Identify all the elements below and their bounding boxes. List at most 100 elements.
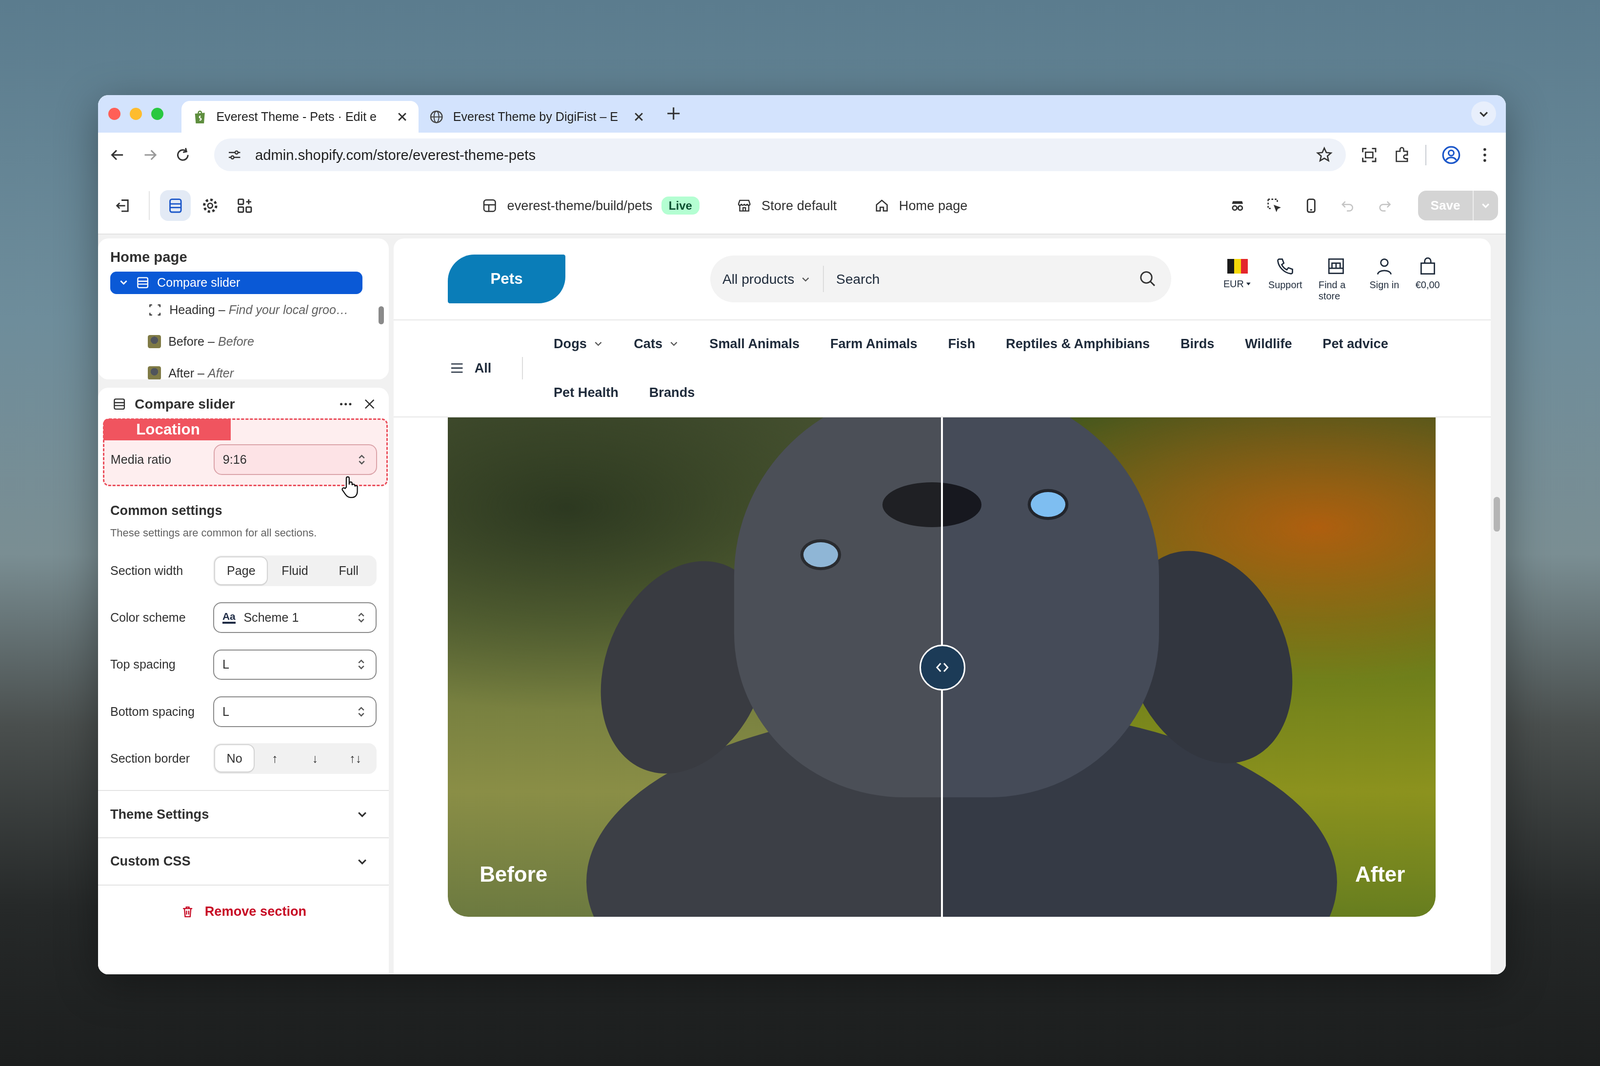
reload-icon[interactable] (173, 145, 193, 165)
remove-section-button[interactable]: Remove section (98, 884, 389, 920)
locale-name: Store default (761, 198, 837, 214)
nav-item[interactable]: Reptiles & Amphibians (1005, 319, 1150, 369)
screenshot-icon[interactable] (1360, 145, 1379, 165)
segment-option[interactable]: ↓ (296, 745, 335, 772)
nav-item[interactable]: Pet advice (1322, 319, 1389, 369)
editor-tool-button[interactable] (194, 190, 226, 221)
segmented-control: No↑↓↑↓ (213, 743, 377, 774)
nav-item[interactable]: Wildlife (1244, 319, 1292, 369)
nav-item[interactable]: Dogs (553, 319, 603, 369)
store-logo[interactable]: Pets (447, 254, 566, 304)
updown-icon (355, 611, 368, 624)
dog-eye (803, 542, 839, 568)
scrollbar-thumb[interactable] (1493, 497, 1500, 532)
editor-tools (108, 190, 482, 221)
nav-item[interactable]: Fish (947, 319, 976, 369)
collapsible-header[interactable]: Theme Settings (98, 790, 389, 838)
collapsible-label: Custom CSS (110, 853, 191, 870)
setting-label: Color scheme (110, 610, 214, 625)
forward-arrow-icon[interactable] (140, 145, 160, 165)
nav-item[interactable]: Pet Health (553, 368, 619, 418)
save-button[interactable]: Save (1418, 190, 1498, 220)
close-icon[interactable] (362, 397, 377, 412)
segment-option[interactable]: ↑ (255, 745, 294, 772)
collapsible-header[interactable]: Custom CSS (98, 837, 389, 885)
slider-handle[interactable] (919, 644, 966, 691)
back-arrow-icon[interactable] (108, 145, 127, 165)
nav-item[interactable]: Birds (1180, 319, 1215, 369)
header-action[interactable]: €0,00 (1415, 256, 1440, 291)
select-field[interactable]: AaScheme 1 (213, 602, 377, 634)
save-options-button[interactable] (1472, 190, 1499, 220)
inspector-icon (1228, 196, 1247, 216)
sidebar: Home pageCompare sliderHeading – Find yo… (98, 238, 389, 975)
action-label: EUR (1223, 278, 1253, 290)
window-controls (108, 107, 164, 120)
redo-icon (1376, 197, 1393, 214)
segment-option[interactable]: No (215, 745, 254, 772)
chevron-icon[interactable] (118, 277, 129, 288)
exit-button[interactable] (108, 190, 140, 221)
header-action[interactable]: EUR (1223, 256, 1253, 290)
segment-option[interactable]: Full (322, 557, 375, 584)
save-label: Save (1418, 190, 1473, 220)
header-action[interactable]: Find a store (1318, 256, 1354, 302)
segment-option[interactable]: Page (215, 557, 267, 584)
minimize-button[interactable] (129, 107, 142, 120)
setting-label: Top spacing (110, 657, 214, 672)
tab-search-button[interactable] (1471, 101, 1496, 126)
segment-option[interactable]: ↑↓ (336, 745, 375, 772)
close-button[interactable] (108, 107, 121, 120)
compare-slider-image[interactable]: BeforeAfter (447, 417, 1436, 918)
close-icon[interactable] (632, 110, 645, 123)
bag-icon (1417, 256, 1439, 277)
tree-child[interactable]: After – After (98, 357, 389, 380)
tree-child[interactable]: Before – Before (98, 325, 389, 358)
editor-tool-button[interactable] (160, 190, 191, 221)
profile-icon[interactable] (1440, 144, 1462, 166)
tree-row[interactable]: Compare slider (110, 271, 363, 295)
site-info-icon[interactable] (226, 146, 243, 163)
updown-icon (355, 705, 368, 719)
all-menu-button[interactable]: All (448, 360, 492, 377)
url-field[interactable]: admin.shopify.com/store/everest-theme-pe… (214, 138, 1346, 172)
plus-icon[interactable] (665, 105, 682, 122)
select-element-button[interactable] (1259, 190, 1290, 221)
category-dropdown[interactable]: All products (722, 271, 811, 288)
store-icon (1325, 256, 1347, 277)
extensions-icon[interactable] (1392, 145, 1412, 165)
select-field[interactable]: L (213, 649, 377, 681)
browser-tab[interactable]: Everest Theme by DigiFist – E (418, 100, 656, 133)
search-icon[interactable] (1138, 269, 1158, 289)
maximize-button[interactable] (151, 107, 164, 120)
menu-dots-icon[interactable] (1475, 145, 1495, 165)
nav-item[interactable]: Small Animals (709, 319, 800, 369)
nav-item[interactable]: Cats (633, 319, 679, 369)
close-icon[interactable] (396, 110, 409, 123)
inspector-button[interactable] (1222, 190, 1254, 221)
mobile-icon (1301, 196, 1321, 216)
undo-button[interactable] (1332, 190, 1364, 221)
nav-item[interactable]: Brands (649, 368, 696, 418)
search-bar[interactable]: All products Search (710, 255, 1172, 303)
device-preview-button[interactable] (1295, 190, 1327, 221)
editor-tool-button[interactable] (229, 190, 261, 221)
page-selector[interactable]: Home page (873, 197, 968, 214)
redo-button[interactable] (1369, 190, 1400, 221)
scrollbar-thumb[interactable] (378, 306, 384, 325)
select-field[interactable]: L (213, 696, 377, 728)
header-action[interactable]: Sign in (1369, 256, 1400, 291)
tree-child[interactable]: Heading – Find your local groo… (98, 294, 389, 326)
nav-item[interactable]: Farm Animals (830, 319, 918, 369)
locale-selector[interactable]: Store default (736, 197, 837, 214)
select-field[interactable]: 9:16 (213, 444, 378, 476)
header-action[interactable]: Support (1268, 256, 1303, 291)
browser-window: Everest Theme - Pets · Edit eEverest The… (98, 95, 1507, 975)
theme-selector[interactable]: everest-theme/build/petsLive (481, 196, 700, 215)
phone-icon (1275, 256, 1296, 277)
browser-tab[interactable]: Everest Theme - Pets · Edit e (181, 100, 419, 133)
segmented-control: PageFluidFull (213, 555, 377, 586)
more-icon[interactable] (337, 396, 354, 413)
star-icon[interactable] (1315, 145, 1334, 165)
segment-option[interactable]: Fluid (269, 557, 321, 584)
